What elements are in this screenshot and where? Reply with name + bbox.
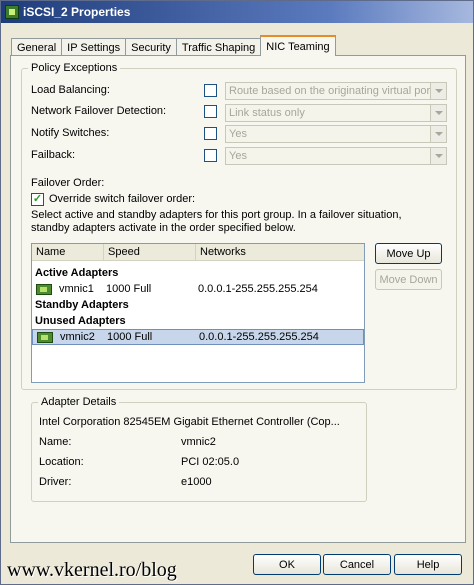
network-adapter-icon bbox=[36, 283, 52, 295]
adapter-networks: 0.0.0.1-255.255.255.254 bbox=[198, 283, 318, 295]
blog-watermark: www.vkernel.ro/blog bbox=[7, 559, 177, 581]
portgroup-icon bbox=[5, 5, 19, 19]
column-networks[interactable]: Networks bbox=[196, 244, 364, 260]
tab-strip: General IP Settings Security Traffic Sha… bbox=[11, 35, 336, 56]
detail-driver-label: Driver: bbox=[39, 476, 72, 488]
failover-detection-select[interactable]: Link status only bbox=[225, 104, 447, 122]
adapter-list[interactable]: Name Speed Networks Active Adapters vmni… bbox=[31, 243, 365, 383]
adapter-row-vmnic1[interactable]: vmnic1 1000 Full 0.0.0.1-255.255.255.254 bbox=[32, 281, 364, 297]
adapter-row-vmnic2[interactable]: vmnic2 1000 Full 0.0.0.1-255.255.255.254 bbox=[32, 329, 364, 345]
failover-description: Select active and standby adapters for t… bbox=[31, 209, 402, 234]
tab-traffic-shaping[interactable]: Traffic Shaping bbox=[175, 38, 262, 56]
tab-general[interactable]: General bbox=[11, 38, 63, 56]
window-title: iSCSI_2 Properties bbox=[23, 5, 131, 19]
notify-switches-value: Yes bbox=[229, 128, 247, 140]
tab-security[interactable]: Security bbox=[125, 38, 177, 56]
unused-adapters-group[interactable]: Unused Adapters bbox=[32, 313, 364, 329]
failback-value: Yes bbox=[229, 150, 247, 162]
failover-detection-value: Link status only bbox=[229, 107, 305, 119]
failback-label: Failback: bbox=[31, 149, 76, 161]
detail-driver-value: e1000 bbox=[181, 476, 212, 488]
override-order-label: Override switch failover order: bbox=[49, 193, 196, 205]
failback-select[interactable]: Yes bbox=[225, 147, 447, 165]
properties-window: iSCSI_2 Properties General IP Settings S… bbox=[0, 0, 474, 585]
policy-exceptions-legend: Policy Exceptions bbox=[28, 62, 121, 74]
adapter-speed: 1000 Full bbox=[106, 283, 152, 295]
active-adapters-group[interactable]: Active Adapters bbox=[32, 265, 364, 281]
load-balancing-label: Load Balancing: bbox=[31, 84, 110, 96]
detail-location-label: Location: bbox=[39, 456, 84, 468]
column-name[interactable]: Name bbox=[32, 244, 104, 260]
chevron-down-icon[interactable] bbox=[430, 148, 446, 164]
ok-button[interactable]: OK bbox=[253, 554, 321, 575]
notify-switches-label: Notify Switches: bbox=[31, 127, 110, 139]
adapter-description: Intel Corporation 82545EM Gigabit Ethern… bbox=[39, 416, 340, 428]
tab-ip-settings[interactable]: IP Settings bbox=[61, 38, 127, 56]
adapter-name: vmnic2 bbox=[60, 331, 95, 343]
standby-adapters-group[interactable]: Standby Adapters bbox=[32, 297, 364, 313]
override-order-checkbox[interactable]: ✓ bbox=[31, 193, 44, 206]
nic-teaming-panel: Policy Exceptions Load Balancing: Route … bbox=[10, 55, 466, 543]
column-speed[interactable]: Speed bbox=[104, 244, 196, 260]
move-down-button[interactable]: Move Down bbox=[375, 269, 442, 290]
chevron-down-icon[interactable] bbox=[430, 105, 446, 121]
failover-order-label: Failover Order: bbox=[31, 177, 105, 189]
adapter-list-header: Name Speed Networks bbox=[32, 244, 364, 261]
load-balancing-value: Route based on the originating virtual p… bbox=[229, 85, 447, 97]
tab-nic-teaming[interactable]: NIC Teaming bbox=[260, 35, 336, 56]
help-button[interactable]: Help bbox=[394, 554, 462, 575]
adapter-name: vmnic1 bbox=[59, 283, 94, 295]
chevron-down-icon[interactable] bbox=[430, 83, 446, 99]
failback-checkbox[interactable] bbox=[204, 149, 217, 162]
detail-name-label: Name: bbox=[39, 436, 72, 448]
failover-detection-checkbox[interactable] bbox=[204, 105, 217, 118]
chevron-down-icon[interactable] bbox=[430, 126, 446, 142]
notify-switches-checkbox[interactable] bbox=[204, 127, 217, 140]
load-balancing-checkbox[interactable] bbox=[204, 84, 217, 97]
detail-location-value: PCI 02:05.0 bbox=[181, 456, 240, 468]
network-adapter-icon bbox=[37, 331, 53, 343]
cancel-button[interactable]: Cancel bbox=[323, 554, 391, 575]
detail-name-value: vmnic2 bbox=[181, 436, 216, 448]
move-up-button[interactable]: Move Up bbox=[375, 243, 442, 264]
adapter-speed: 1000 Full bbox=[107, 331, 153, 343]
load-balancing-select[interactable]: Route based on the originating virtual p… bbox=[225, 82, 447, 100]
adapter-details-legend: Adapter Details bbox=[38, 396, 120, 408]
title-bar[interactable]: iSCSI_2 Properties bbox=[1, 1, 473, 23]
notify-switches-select[interactable]: Yes bbox=[225, 125, 447, 143]
adapter-networks: 0.0.0.1-255.255.255.254 bbox=[199, 331, 319, 343]
failover-detection-label: Network Failover Detection: bbox=[31, 105, 167, 117]
